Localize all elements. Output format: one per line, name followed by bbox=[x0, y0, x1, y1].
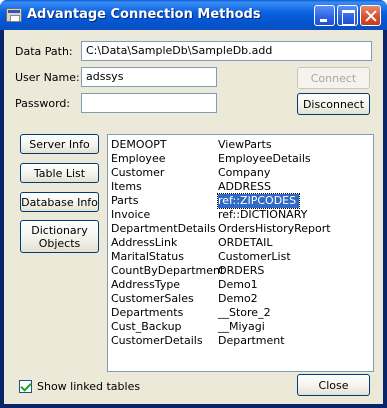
password-input[interactable] bbox=[81, 93, 217, 113]
list-item-text: ref::DICTIONARY bbox=[218, 208, 308, 221]
list-item[interactable]: DepartmentDetails bbox=[111, 222, 227, 236]
list-item[interactable]: AddressLink bbox=[111, 236, 227, 250]
minimize-button[interactable] bbox=[314, 5, 335, 26]
list-item[interactable]: CustomerDetails bbox=[111, 334, 227, 348]
list-item[interactable]: Demo2 bbox=[218, 292, 334, 306]
list-item[interactable]: Demo1 bbox=[218, 278, 334, 292]
list-item-text: CustomerList bbox=[218, 250, 291, 263]
list-item-text: Demo1 bbox=[218, 278, 258, 291]
maximize-button[interactable] bbox=[337, 5, 358, 26]
list-column-1: DEMOOPT Employee Customer Items Parts Invoice… bbox=[111, 138, 227, 348]
list-item-text: Departments bbox=[111, 306, 184, 319]
list-item[interactable]: Department bbox=[218, 334, 334, 348]
list-item-text: Invoice bbox=[111, 208, 151, 221]
connect-button[interactable]: Connect bbox=[297, 67, 370, 89]
list-item-text: ADDRESS bbox=[218, 180, 272, 193]
disconnect-button[interactable]: Disconnect bbox=[297, 93, 370, 115]
list-item-text: Employee bbox=[111, 152, 166, 165]
password-label: Password: bbox=[15, 97, 71, 110]
list-item-text: AddressType bbox=[111, 278, 181, 291]
list-item-text: OrdersHistoryReport bbox=[218, 222, 331, 235]
list-item[interactable]: CustomerSales bbox=[111, 292, 227, 306]
list-item-text: ViewParts bbox=[218, 138, 272, 151]
object-listbox[interactable]: DEMOOPT Employee Customer Items Parts Invoice… bbox=[107, 134, 374, 372]
app-window: Advantage Connection Methods Data Path: … bbox=[0, 0, 387, 408]
close-window-button[interactable] bbox=[360, 5, 381, 26]
list-item[interactable]: ref::ZIPCODES bbox=[216, 193, 334, 209]
list-item[interactable]: AddressType bbox=[111, 278, 227, 292]
list-item-text: ORDERS bbox=[218, 264, 265, 277]
window-title: Advantage Connection Methods bbox=[27, 7, 261, 22]
server-info-button[interactable]: Server Info bbox=[20, 134, 99, 154]
list-column-2: ViewParts EmployeeDetails Company ADDRESS re… bbox=[216, 138, 334, 348]
database-info-button[interactable]: Database Info bbox=[20, 192, 99, 212]
list-item[interactable]: EmployeeDetails bbox=[218, 152, 334, 166]
list-item-text: Demo2 bbox=[218, 292, 258, 305]
list-item-text: EmployeeDetails bbox=[218, 152, 311, 165]
close-button[interactable]: Close bbox=[297, 374, 370, 396]
list-item[interactable]: Departments bbox=[111, 306, 227, 320]
list-item-text: ref::ZIPCODES bbox=[216, 193, 301, 209]
list-item-text: MaritalStatus bbox=[111, 250, 184, 263]
list-item[interactable]: CountByDepartment bbox=[111, 264, 227, 278]
table-list-button[interactable]: Table List bbox=[20, 163, 99, 183]
list-item[interactable]: __Store_2 bbox=[218, 306, 334, 320]
list-item[interactable]: Cust_Backup bbox=[111, 320, 227, 334]
list-item[interactable]: ORDETAIL bbox=[218, 236, 334, 250]
list-item-text: CustomerDetails bbox=[111, 334, 203, 347]
list-item[interactable]: Parts bbox=[111, 194, 227, 208]
list-item[interactable]: DEMOOPT bbox=[111, 138, 227, 152]
list-item[interactable]: __Miyagi bbox=[218, 320, 334, 334]
app-icon[interactable] bbox=[6, 8, 22, 22]
list-item[interactable]: Customer bbox=[111, 166, 227, 180]
list-item[interactable]: ViewParts bbox=[218, 138, 334, 152]
data-path-label: Data Path: bbox=[15, 45, 73, 58]
show-linked-tables-checkbox[interactable] bbox=[19, 380, 32, 393]
list-item[interactable]: OrdersHistoryReport bbox=[218, 222, 334, 236]
user-name-input[interactable]: adssys bbox=[81, 67, 217, 87]
dialog-body: Data Path: C:\Data\SampleDb\SampleDb.add… bbox=[4, 30, 383, 404]
list-item[interactable]: Company bbox=[218, 166, 334, 180]
list-item-text: AddressLink bbox=[111, 236, 178, 249]
list-item[interactable]: Items bbox=[111, 180, 227, 194]
list-item-text: Cust_Backup bbox=[111, 320, 182, 333]
data-path-input[interactable]: C:\Data\SampleDb\SampleDb.add bbox=[81, 41, 372, 61]
list-item-text: CustomerSales bbox=[111, 292, 194, 305]
list-item[interactable]: ref::DICTIONARY bbox=[218, 208, 334, 222]
list-item-text: Company bbox=[218, 166, 271, 179]
list-item-text: Department bbox=[218, 334, 285, 347]
list-item[interactable]: Invoice bbox=[111, 208, 227, 222]
list-item-text: DepartmentDetails bbox=[111, 222, 216, 235]
list-item-text: Customer bbox=[111, 166, 165, 179]
list-item[interactable]: Employee bbox=[111, 152, 227, 166]
list-item[interactable]: ADDRESS bbox=[218, 180, 334, 194]
list-item-text: __Store_2 bbox=[218, 306, 271, 319]
show-linked-tables-label[interactable]: Show linked tables bbox=[37, 380, 140, 393]
list-item-text: Items bbox=[111, 180, 142, 193]
list-item[interactable]: MaritalStatus bbox=[111, 250, 227, 264]
dictionary-objects-button[interactable]: Dictionary Objects bbox=[20, 220, 99, 253]
list-item-text: DEMOOPT bbox=[111, 138, 167, 151]
user-name-label: User Name: bbox=[15, 71, 80, 84]
list-item-text: Parts bbox=[111, 194, 139, 207]
list-item[interactable]: CustomerList bbox=[218, 250, 334, 264]
list-item-text: CountByDepartment bbox=[111, 264, 225, 277]
title-bar[interactable]: Advantage Connection Methods bbox=[0, 0, 387, 30]
list-item-text: __Miyagi bbox=[218, 320, 265, 333]
list-item-text: ORDETAIL bbox=[218, 236, 273, 249]
list-item[interactable]: ORDERS bbox=[218, 264, 334, 278]
